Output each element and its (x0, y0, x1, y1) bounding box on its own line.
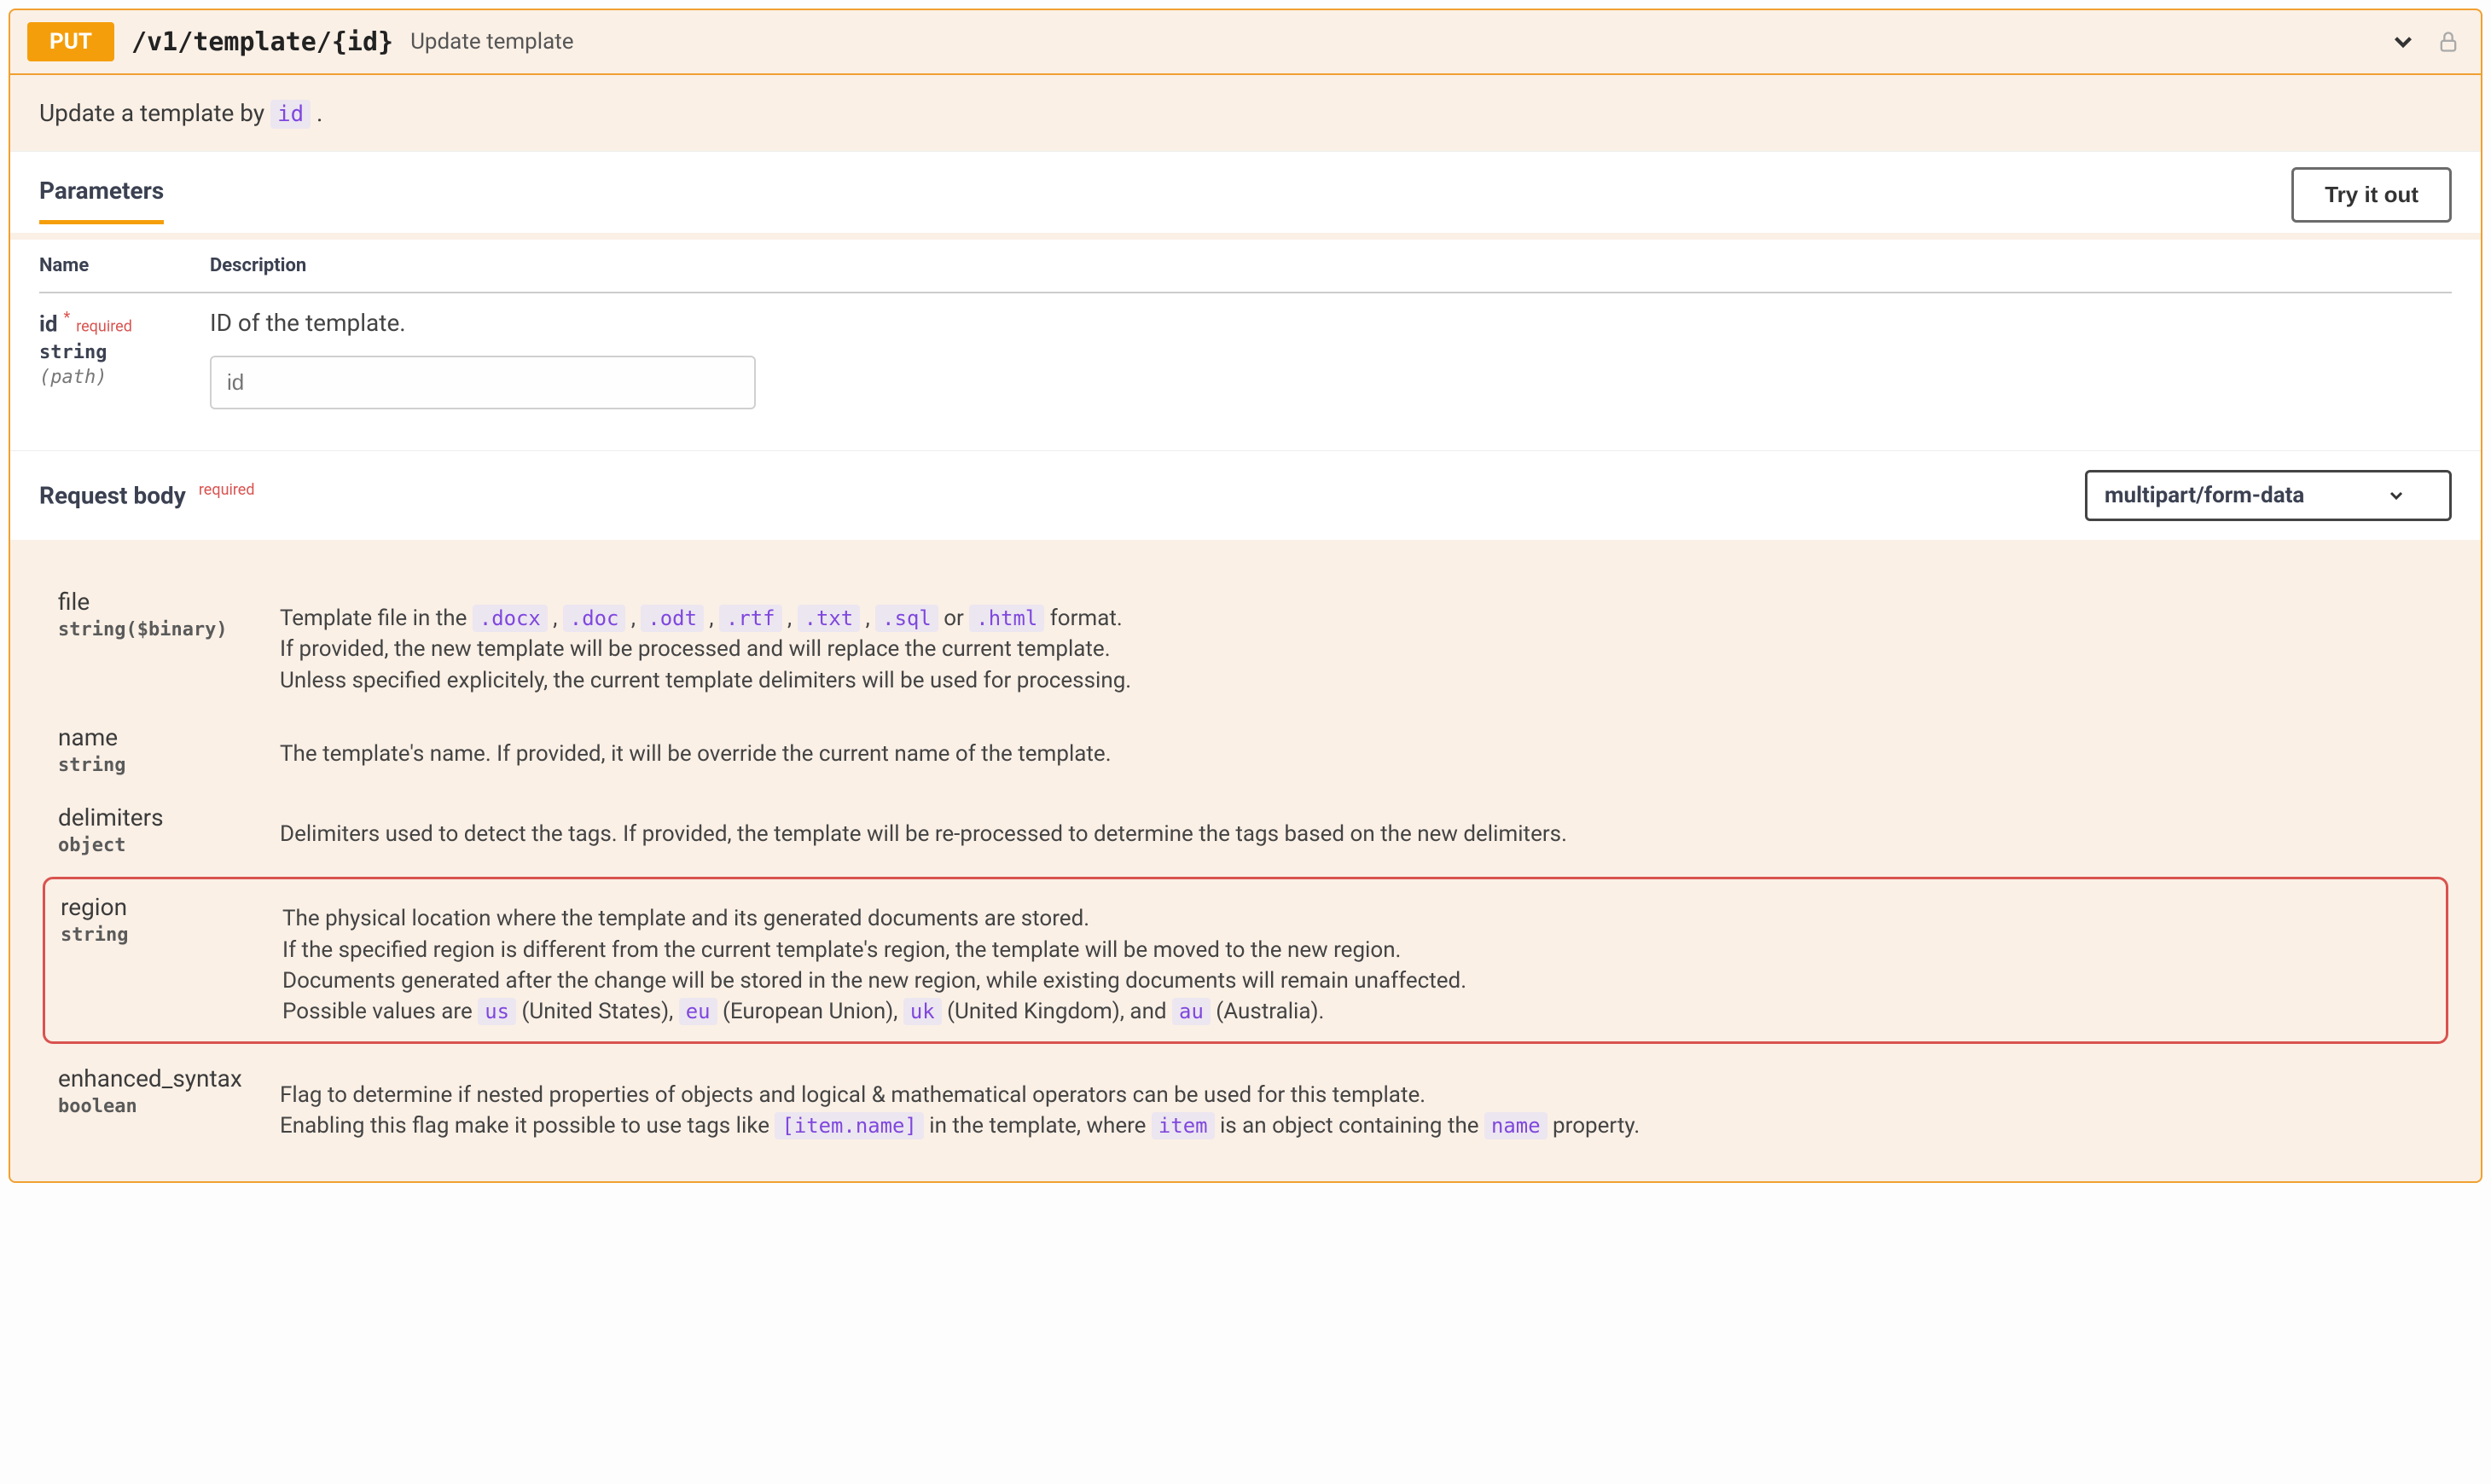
body-row-name: name string The template's name. If prov… (58, 710, 2433, 790)
text: Enabling this flag make it possible to u… (280, 1113, 775, 1139)
field-type: string (61, 925, 282, 946)
text: (Australia). (1211, 999, 1325, 1024)
content-type-value: multipart/form-data (2105, 483, 2304, 508)
chevron-down-icon[interactable] (2389, 27, 2418, 56)
text: , (704, 606, 719, 631)
ext-chip: .rtf (719, 605, 782, 632)
field-type: string (58, 755, 280, 776)
text: (United Kingdom), and (942, 999, 1172, 1024)
ext-chip: .odt (641, 605, 704, 632)
body-row-enhanced-syntax: enhanced_syntax boolean Flag to determin… (58, 1051, 2433, 1156)
ext-chip: .txt (798, 605, 861, 632)
region-chip: us (478, 998, 516, 1025)
param-location: (path) (39, 367, 210, 388)
body-row-region-highlighted: region string The physical location wher… (43, 877, 2448, 1044)
param-row-id: id * required string (path) ID of the te… (39, 293, 2452, 425)
request-body-title: Request body required (39, 481, 255, 509)
request-body-bar: Request body required multipart/form-dat… (10, 450, 2481, 540)
parameters-table: Name Description id * required string (p… (39, 240, 2452, 425)
text: (European Union), (717, 999, 903, 1024)
text: , (548, 606, 563, 631)
region-chip: uk (903, 998, 942, 1025)
field-name: enhanced_syntax (58, 1064, 242, 1093)
field-name: region (61, 893, 127, 921)
field-name: delimiters (58, 803, 164, 832)
field-name: name (58, 723, 118, 751)
field-description: Template file in the .docx , .doc , .odt… (280, 588, 1131, 696)
param-description: ID of the template. (210, 309, 2452, 337)
parameters-bar: Parameters Try it out (10, 151, 2481, 233)
field-description: Delimiters used to detect the tags. If p… (280, 803, 1567, 849)
body-row-delimiters: delimiters object Delimiters used to det… (58, 790, 2433, 870)
text: (United States), (516, 999, 679, 1024)
desc-code-chip: id (270, 100, 311, 129)
request-body-required: required (199, 481, 255, 499)
text: Unless specified explicitely, the curren… (280, 668, 1131, 693)
operation-header[interactable]: PUT /v1/template/{id} Update template (10, 10, 2481, 75)
parameters-tab[interactable]: Parameters (39, 177, 164, 224)
region-chip: eu (679, 998, 717, 1025)
field-type: object (58, 835, 280, 856)
try-it-out-button[interactable]: Try it out (2291, 167, 2452, 223)
operation-card: PUT /v1/template/{id} Update template Up… (9, 9, 2482, 1183)
text: Documents generated after the change wil… (282, 968, 1466, 994)
field-description: Flag to determine if nested properties o… (280, 1064, 1640, 1142)
operation-description: Update a template by id . (10, 75, 2481, 151)
text: property. (1553, 1113, 1640, 1139)
text: Template file in the (280, 606, 473, 631)
endpoint-path: /v1/template/{id} (131, 27, 393, 57)
lock-icon[interactable] (2436, 30, 2460, 54)
parameters-table-block: Name Description id * required string (p… (10, 240, 2481, 450)
ext-chip: .docx (473, 605, 548, 632)
ext-chip: .html (969, 605, 1044, 632)
field-name: file (58, 588, 90, 616)
param-id-input[interactable] (210, 356, 756, 409)
col-header-description: Description (210, 240, 2452, 293)
region-chip: au (1172, 998, 1211, 1025)
body-row-file: file string($binary) Template file in th… (58, 574, 2433, 710)
http-method-badge: PUT (27, 22, 114, 61)
text: Flag to determine if nested properties o… (280, 1082, 1426, 1108)
field-type: boolean (58, 1096, 280, 1117)
required-label: required (76, 317, 132, 335)
desc-text-post: . (316, 99, 322, 127)
desc-text-pre: Update a template by (39, 99, 270, 127)
param-type: string (39, 342, 210, 363)
request-body-label: Request body (39, 482, 186, 510)
request-body-fields: file string($binary) Template file in th… (10, 540, 2481, 1181)
content-type-select[interactable]: multipart/form-data (2085, 470, 2452, 521)
chevron-down-icon (2386, 485, 2407, 506)
field-description: The physical location where the template… (282, 893, 1466, 1028)
endpoint-summary: Update template (410, 29, 573, 55)
required-star: * (63, 309, 70, 327)
text: , (625, 606, 641, 631)
text: is an object containing the (1220, 1113, 1484, 1139)
col-header-name: Name (39, 240, 210, 293)
text: format. (1050, 606, 1123, 631)
syntax-chip: item (1152, 1112, 1215, 1139)
text: , (860, 606, 875, 631)
param-name: id (39, 311, 58, 337)
field-type: string($binary) (58, 619, 280, 641)
text: Possible values are (282, 999, 478, 1024)
text: in the template, where (929, 1113, 1152, 1139)
ext-chip: .sql (875, 605, 938, 632)
field-description: The template's name. If provided, it wil… (280, 723, 1112, 769)
text: The physical location where the template… (282, 906, 1089, 931)
syntax-chip: [item.name] (775, 1112, 923, 1139)
text: If provided, the new template will be pr… (280, 636, 1111, 662)
text: , (782, 606, 798, 631)
syntax-chip: name (1484, 1112, 1547, 1139)
ext-chip: .doc (563, 605, 626, 632)
text: If the specified region is different fro… (282, 937, 1401, 963)
text: or (938, 606, 970, 631)
